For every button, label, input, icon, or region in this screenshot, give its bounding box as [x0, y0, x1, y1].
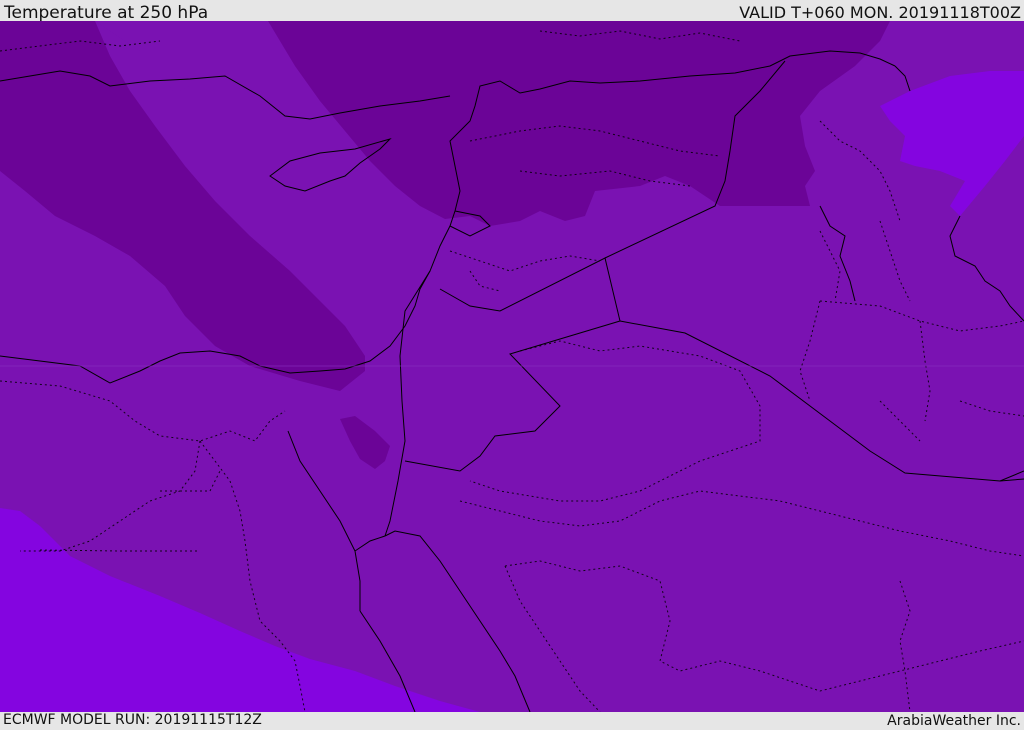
model-run-label: ECMWF MODEL RUN: 20191115T12Z	[3, 712, 262, 728]
header-bar: Temperature at 250 hPa VALID T+060 MON. …	[0, 0, 1024, 23]
weather-map[interactable]	[0, 21, 1024, 712]
valid-time-label: VALID T+060 MON. 20191118T00Z	[739, 3, 1021, 22]
footer-bar: ECMWF MODEL RUN: 20191115T12Z ArabiaWeat…	[0, 712, 1024, 729]
credit-label: ArabiaWeather Inc.	[887, 713, 1021, 729]
map-title: Temperature at 250 hPa	[4, 3, 209, 23]
